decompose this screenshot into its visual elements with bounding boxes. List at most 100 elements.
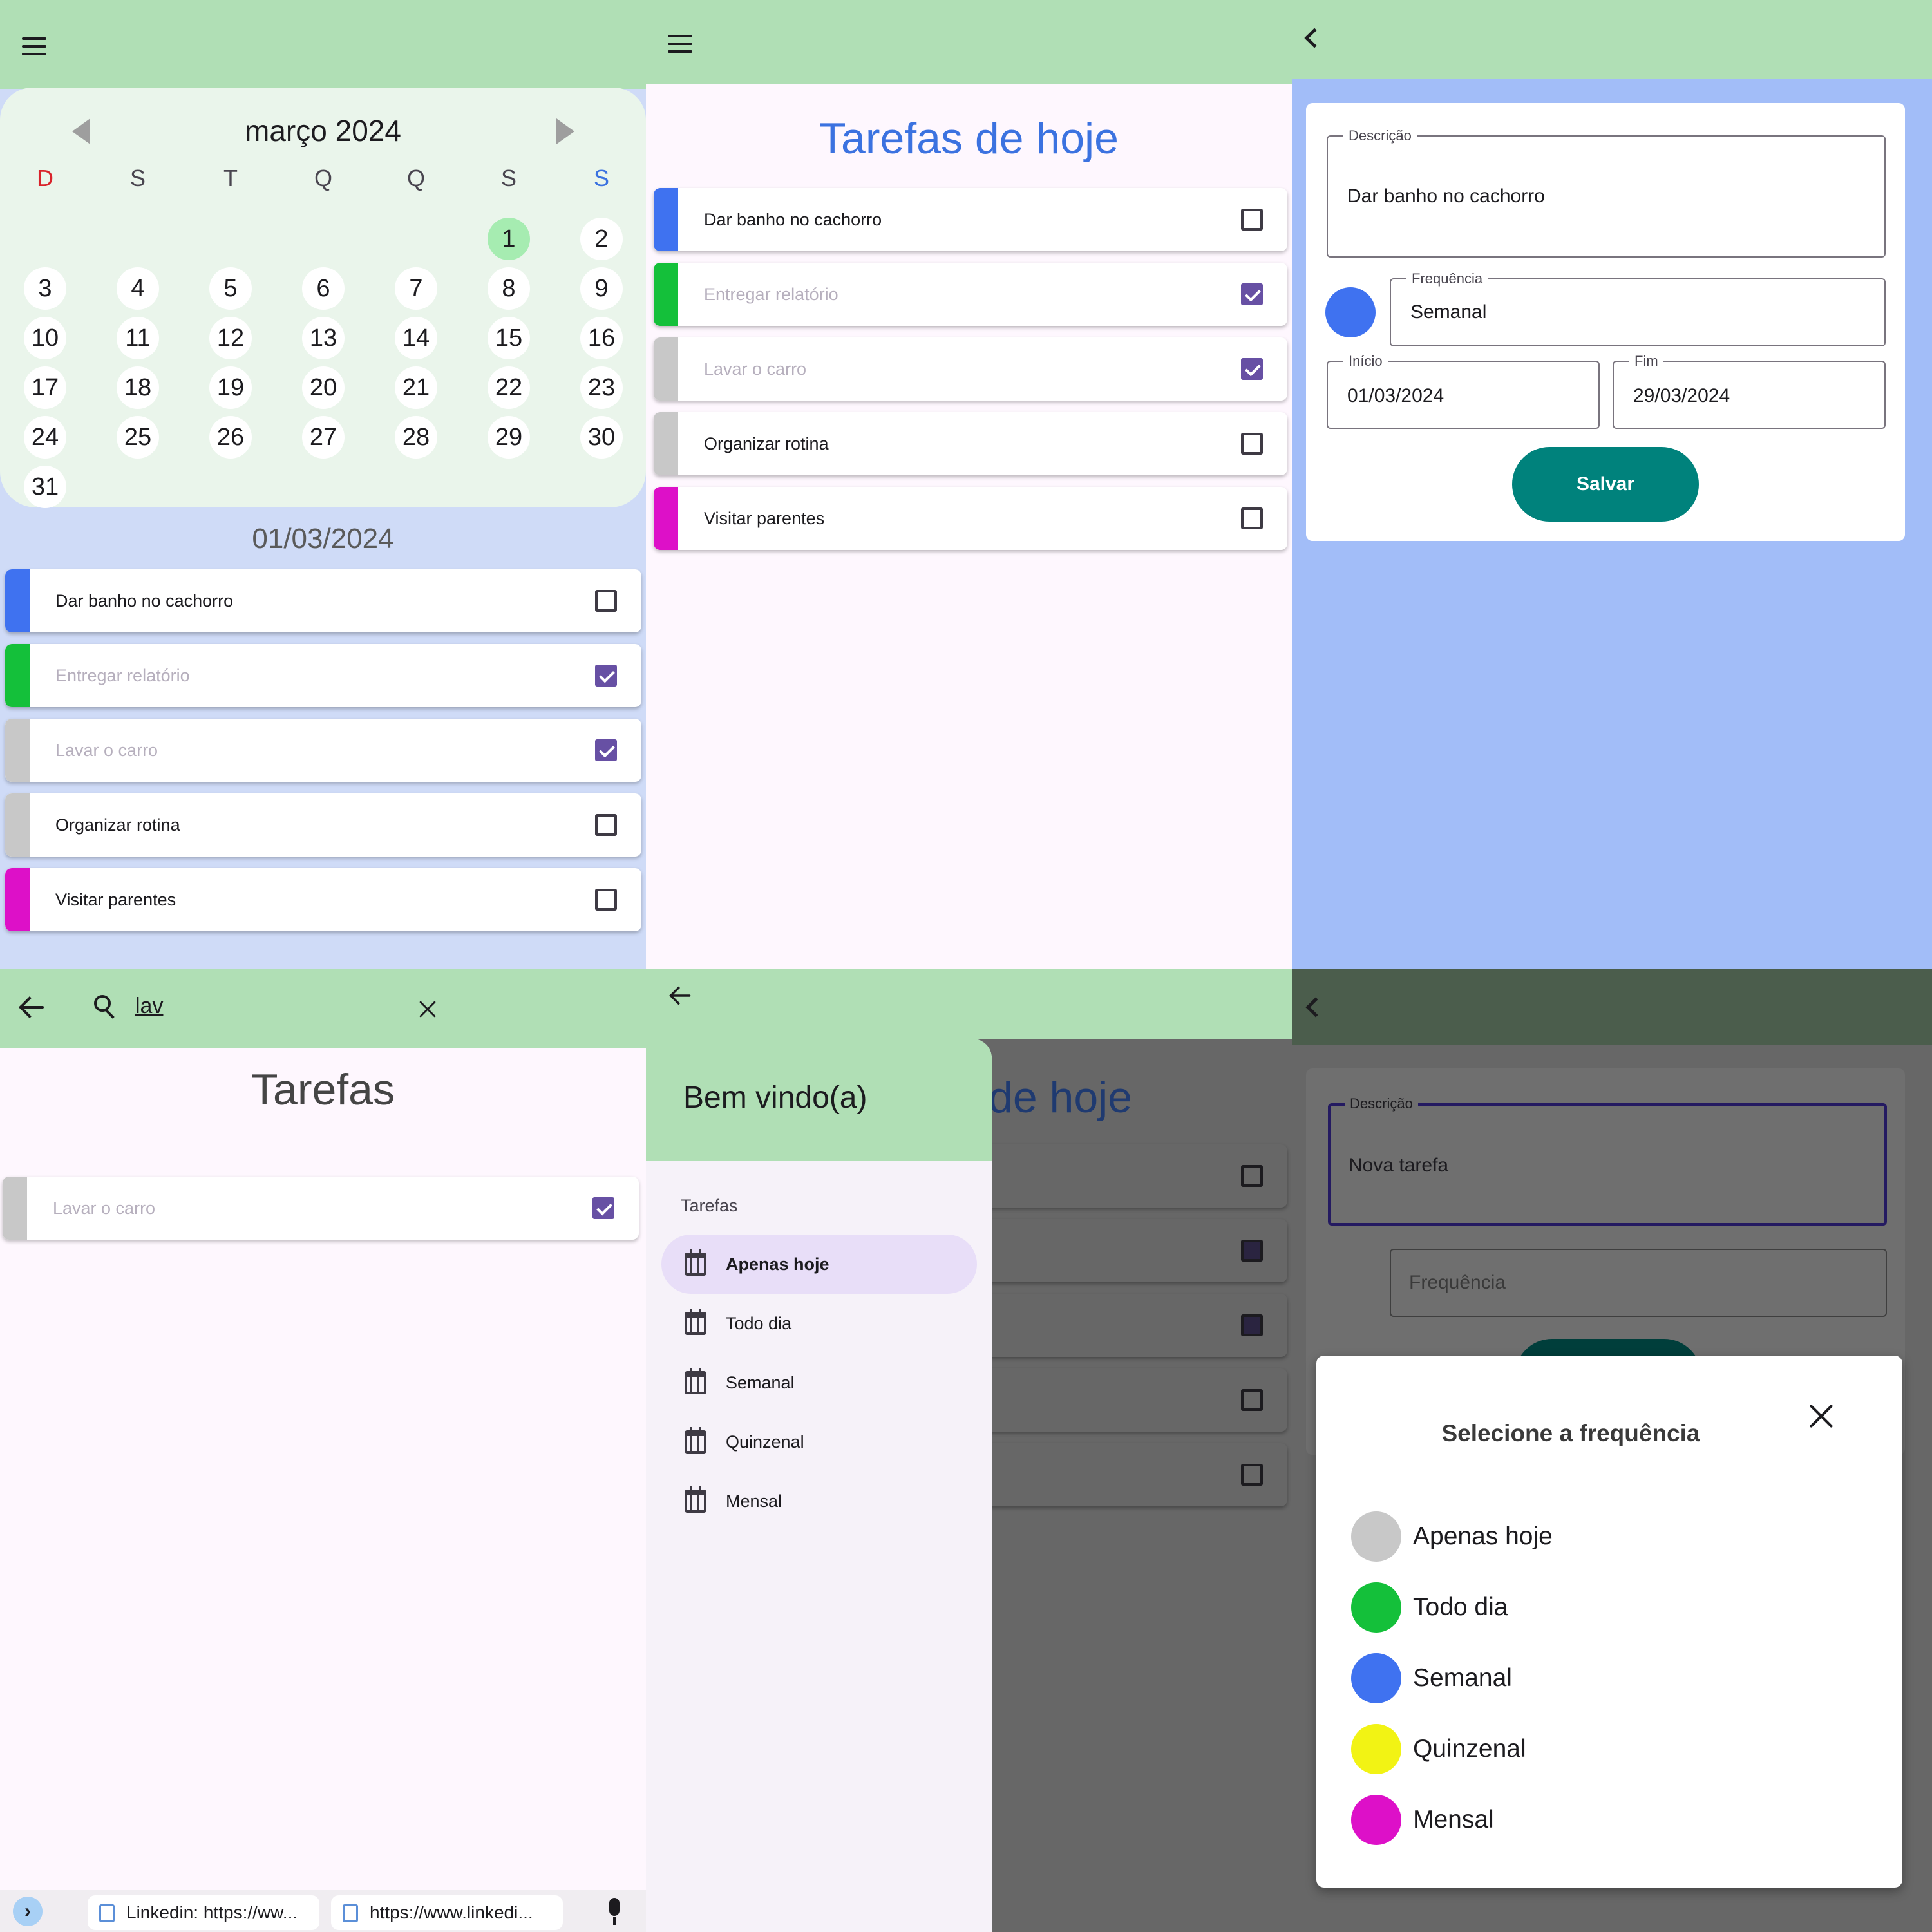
calendar-day[interactable]: 14 [395,317,437,359]
close-icon[interactable] [1808,1403,1834,1429]
start-date-field[interactable]: Início 01/03/2024 [1327,353,1600,429]
calendar-day[interactable]: 9 [580,267,623,310]
task-checkbox[interactable] [1241,507,1263,529]
task-checkbox[interactable] [595,739,617,761]
frequency-field[interactable]: Frequência [1390,1249,1887,1317]
drawer-item[interactable]: Todo dia [661,1294,977,1353]
calendar-day[interactable]: 25 [117,416,159,459]
calendar-day[interactable]: 6 [302,267,345,310]
task-checkbox[interactable] [1241,283,1263,305]
task-label: Dar banho no cachorro [704,210,882,229]
clear-search-icon[interactable] [419,1000,437,1018]
calendar-day[interactable]: 20 [302,366,345,409]
task-row[interactable]: Entregar relatório [5,644,641,707]
task-checkbox[interactable] [595,814,617,836]
page-title: Tarefas de hoje [819,114,1119,163]
task-checkbox[interactable] [595,590,617,612]
task-row[interactable]: Organizar rotina [5,793,641,857]
calendar-day[interactable]: 27 [302,416,345,459]
drawer-item[interactable]: Semanal [661,1353,977,1412]
frequency-option[interactable]: Semanal [1316,1653,1832,1705]
task-label: Entregar relatório [55,666,190,685]
task-checkbox[interactable] [1241,358,1263,380]
calendar-day[interactable]: 4 [117,267,159,310]
task-row[interactable]: Lavar o carro [654,337,1287,401]
background-title: de hoje [989,1073,1133,1122]
calendar-day[interactable]: 10 [24,317,66,359]
dialog-title: Selecione a frequência [1441,1420,1700,1446]
calendar-day[interactable]: 24 [24,416,66,459]
frequency-option[interactable]: Mensal [1316,1795,1832,1846]
calendar-day[interactable]: 18 [117,366,159,409]
end-date-field[interactable]: Fim 29/03/2024 [1613,353,1886,429]
microphone-icon[interactable] [608,1898,621,1926]
calendar-day[interactable]: 19 [209,366,252,409]
task-checkbox[interactable] [595,665,617,687]
save-button[interactable]: Salvar [1512,447,1699,522]
calendar-day[interactable]: 11 [117,317,159,359]
next-month-icon[interactable] [556,118,574,144]
task-color-bar [654,188,678,251]
frequency-option[interactable]: Apenas hoje [1316,1511,1832,1563]
menu-icon[interactable] [22,37,46,55]
task-checkbox [1241,1165,1263,1187]
calendar-day[interactable]: 12 [209,317,252,359]
calendar-day[interactable]: 22 [488,366,530,409]
frequency-color-dot [1325,287,1376,337]
task-row[interactable]: Lavar o carro [3,1177,639,1240]
drawer-item[interactable]: Quinzenal [661,1412,977,1472]
weekday-label: D [37,165,53,191]
calendar-day[interactable]: 21 [395,366,437,409]
frequency-option[interactable]: Quinzenal [1316,1724,1832,1776]
calendar-day[interactable]: 1 [488,218,530,260]
description-field[interactable]: Descrição Nova tarefa [1328,1095,1887,1226]
search-input[interactable]: lav [135,994,163,1019]
frequency-option[interactable]: Todo dia [1316,1582,1832,1634]
drawer-item[interactable]: Mensal [661,1472,977,1531]
back-arrow-icon[interactable] [670,987,692,1005]
drawer-item[interactable]: Apenas hoje [661,1235,977,1294]
task-label: Dar banho no cachorro [55,591,234,611]
calendar-day[interactable]: 16 [580,317,623,359]
task-checkbox[interactable] [592,1197,614,1219]
task-checkbox[interactable] [1241,433,1263,455]
calendar-day[interactable]: 3 [24,267,66,310]
frequency-dialog: Selecione a frequência Apenas hoje Todo d… [1316,1356,1902,1888]
calendar-day[interactable]: 28 [395,416,437,459]
calendar-day[interactable]: 29 [488,416,530,459]
calendar-day[interactable]: 15 [488,317,530,359]
suggestion-chip[interactable]: Linkedin: https://ww... [88,1895,319,1930]
task-row[interactable]: Organizar rotina [654,412,1287,475]
task-row[interactable]: Lavar o carro [5,719,641,782]
calendar-day[interactable]: 2 [580,218,623,260]
task-row[interactable]: Dar banho no cachorro [654,188,1287,251]
task-color-bar [3,1177,27,1240]
calendar-day[interactable]: 26 [209,416,252,459]
calendar-day[interactable]: 31 [24,466,66,508]
task-color-bar [5,644,30,707]
calendar-day[interactable]: 7 [395,267,437,310]
calendar-day[interactable]: 17 [24,366,66,409]
task-label: Organizar rotina [704,434,829,453]
calendar-day[interactable]: 5 [209,267,252,310]
menu-icon[interactable] [668,35,692,53]
calendar-day[interactable]: 30 [580,416,623,459]
task-row[interactable]: Entregar relatório [654,263,1287,326]
calendar-day[interactable]: 8 [488,267,530,310]
task-checkbox[interactable] [1241,209,1263,231]
expand-suggestions-button[interactable]: › [13,1897,43,1926]
suggestion-chip[interactable]: https://www.linkedi... [331,1895,563,1930]
task-row[interactable]: Visitar parentes [5,868,641,931]
calendar-day[interactable]: 13 [302,317,345,359]
back-arrow-icon[interactable] [19,996,45,1018]
navigation-drawer: Bem vindo(a) Tarefas Apenas hoje Todo dia… [646,1039,992,1932]
task-row[interactable]: Visitar parentes [654,487,1287,550]
calendar-day[interactable]: 23 [580,366,623,409]
task-row[interactable]: Dar banho no cachorro [5,569,641,632]
frequency-field[interactable]: Frequência Semanal [1390,270,1886,346]
frequency-value: Semanal [1410,301,1487,323]
task-checkbox[interactable] [595,889,617,911]
app-bar [646,0,1292,84]
description-field[interactable]: Descrição Dar banho no cachorro [1327,128,1886,258]
form-card: Descrição Dar banho no cachorro Frequênc… [1306,103,1905,541]
